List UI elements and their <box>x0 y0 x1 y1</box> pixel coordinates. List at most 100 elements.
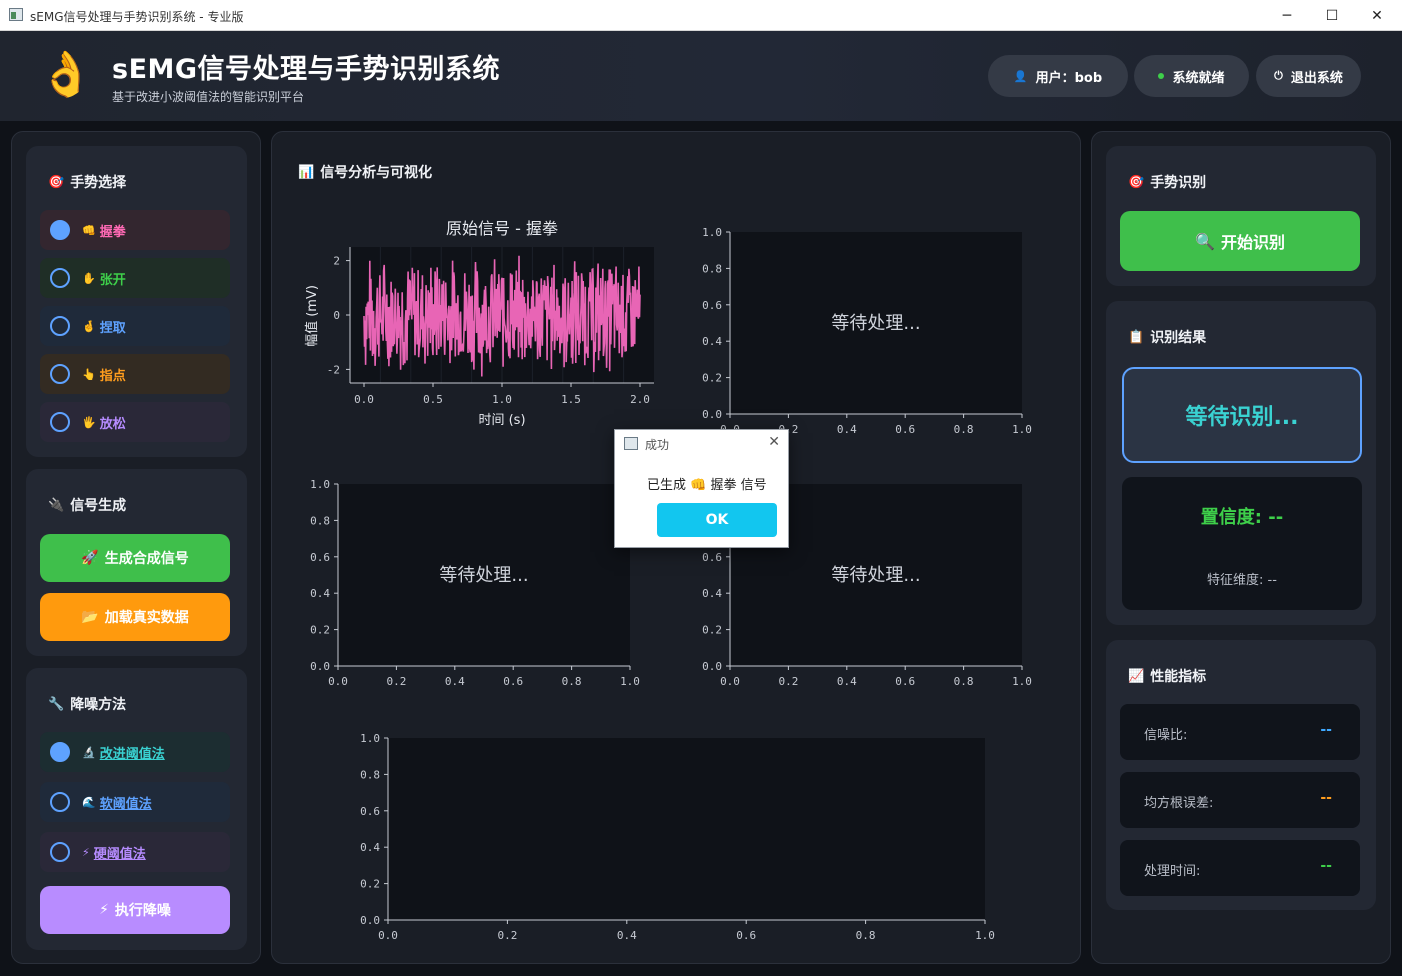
gesture-option-label: 🤞 捏取 <box>82 317 126 336</box>
radio-button[interactable] <box>50 220 70 240</box>
metric-row: 均方根误差: -- <box>1120 772 1360 828</box>
gesture-section-label: 手势选择 <box>70 175 127 191</box>
feature-dimension: 特征维度: -- <box>1207 573 1277 588</box>
x-tick-label: 1.0 <box>975 929 995 942</box>
window-titlebar: sEMG信号处理与手势识别系统 - 专业版 ─ ☐ ✕ <box>0 0 1402 31</box>
user-pill[interactable]: 👤 用户：bob <box>988 55 1128 97</box>
metric-label: 均方根误差: <box>1144 796 1214 811</box>
gesture-option[interactable]: ✋ 张开 <box>40 258 230 298</box>
method-icon: 🔬 <box>82 746 96 759</box>
gesture-option-label: 🖐 放松 <box>82 413 126 432</box>
lightning-icon: ⚡ <box>99 902 109 918</box>
y-tick-label: 0.6 <box>360 805 380 818</box>
denoise-section-label: 降噪方法 <box>70 697 127 713</box>
x-tick-label: 0.0 <box>378 929 398 942</box>
logout-button[interactable]: ⏻ 退出系统 <box>1256 55 1361 97</box>
performance-section-title: 📈 性能指标 <box>1128 666 1206 686</box>
processed-chart-2: 0.0 0.0 0.2 0.2 0.4 0.4 0.6 0.6 0.8 0.8 1.0 1.0 等待处理… <box>310 478 640 688</box>
folder-icon: 📂 <box>81 609 99 625</box>
x-tick-label: 0.8 <box>856 929 876 942</box>
y-tick-label: 0.2 <box>702 372 722 385</box>
gesture-option-label: 👆 指点 <box>82 365 126 384</box>
execute-denoise-label: 执行降噪 <box>114 903 171 919</box>
radio-button[interactable] <box>50 316 70 336</box>
gesture-label-text: 握拳 <box>99 225 126 240</box>
status-dot-icon <box>1158 73 1165 79</box>
y-tick-label: 0.0 <box>360 914 380 927</box>
radio-button[interactable] <box>50 364 70 384</box>
x-tick-label: 0.6 <box>736 929 756 942</box>
x-tick-label: 1.0 <box>620 675 640 688</box>
gesture-option-label: 👊 握拳 <box>82 221 126 240</box>
y-tick-label: 0.8 <box>360 768 380 781</box>
x-axis-label: 时间 (s) <box>478 413 525 428</box>
method-option[interactable]: 🔬 改进阈值法 <box>40 732 230 772</box>
gesture-label-text: 放松 <box>99 417 126 432</box>
y-tick-label: 0.0 <box>702 408 722 421</box>
load-data-label: 加载真实数据 <box>104 610 189 626</box>
app-title: sEMG信号处理与手势识别系统 <box>112 54 501 85</box>
y-tick-label: 0.2 <box>702 624 722 637</box>
recognition-section-label: 手势识别 <box>1150 175 1207 191</box>
start-recognition-button[interactable]: 🔍 开始识别 <box>1120 211 1360 271</box>
gesture-icon: 👆 <box>82 368 96 381</box>
app-icon <box>9 8 23 21</box>
y-tick-label: 0 <box>333 309 340 322</box>
x-tick-label: 0.5 <box>423 393 443 406</box>
method-label-text: 硬阈值法 <box>93 847 146 862</box>
gesture-section-title: 🎯 手势选择 <box>48 172 126 192</box>
load-data-button[interactable]: 📂 加载真实数据 <box>40 593 230 641</box>
gesture-option[interactable]: 🖐 放松 <box>40 402 230 442</box>
gesture-option-label: ✋ 张开 <box>82 269 126 288</box>
minimize-button[interactable]: ─ <box>1264 0 1310 31</box>
execute-denoise-button[interactable]: ⚡ 执行降噪 <box>40 886 230 934</box>
generate-signal-button[interactable]: 🚀 生成合成信号 <box>40 534 230 582</box>
signal-generation-card: 🔌 信号生成 🚀 生成合成信号 📂 加载真实数据 <box>26 469 247 656</box>
dialog-close-button[interactable]: ✕ <box>768 434 780 450</box>
gesture-option[interactable]: 👊 握拳 <box>40 210 230 250</box>
metric-row: 处理时间: -- <box>1120 840 1360 896</box>
recognition-section-title: 🎯 手势识别 <box>1128 172 1206 192</box>
metric-value: -- <box>1320 790 1332 806</box>
radio-button[interactable] <box>50 742 70 762</box>
clipboard-icon: 📋 <box>1128 329 1145 345</box>
close-button[interactable]: ✕ <box>1354 0 1400 31</box>
y-tick-label: 0.4 <box>702 587 722 600</box>
method-option[interactable]: ⚡ 硬阈值法 <box>40 832 230 872</box>
radio-button[interactable] <box>50 268 70 288</box>
method-option[interactable]: 🌊 软阈值法 <box>40 782 230 822</box>
y-tick-label: 1.0 <box>310 478 330 491</box>
dialog-title: 成功 <box>645 438 670 452</box>
radio-button[interactable] <box>50 842 70 862</box>
y-tick-label: 0.2 <box>310 624 330 637</box>
gesture-label-text: 指点 <box>99 369 126 384</box>
performance-card: 📈 性能指标 信噪比: -- 均方根误差: -- 处理时间: -- <box>1106 640 1376 910</box>
right-panel: 🎯 手势识别 🔍 开始识别 📋 识别结果 等待识别... 置信度: -- 特征维… <box>1091 131 1391 964</box>
power-icon: ⏻ <box>1274 69 1283 82</box>
x-tick-label: 1.0 <box>492 393 512 406</box>
gesture-option[interactable]: 🤞 捏取 <box>40 306 230 346</box>
app-subtitle: 基于改进小波阈值法的智能识别平台 <box>112 90 305 104</box>
user-label: 用户：bob <box>1035 70 1103 86</box>
x-tick-label: 0.6 <box>503 675 523 688</box>
y-tick-label: 0.6 <box>702 299 722 312</box>
status-pill: 系统就绪 <box>1134 55 1249 97</box>
magnifier-icon: 🔍 <box>1195 231 1215 251</box>
gesture-icon: 👊 <box>82 224 96 237</box>
metric-label: 信噪比: <box>1144 728 1188 743</box>
target-icon: 🎯 <box>1128 174 1145 190</box>
maximize-button[interactable]: ☐ <box>1309 0 1355 31</box>
plot-area <box>388 738 985 920</box>
radio-button[interactable] <box>50 412 70 432</box>
x-tick-label: 0.2 <box>778 675 798 688</box>
gesture-select-card: 🎯 手势选择 👊 握拳 ✋ 张开 🤞 捏取 👆 指点 🖐 放松 <box>26 146 247 457</box>
result-display: 等待识别... <box>1122 367 1362 463</box>
gesture-option[interactable]: 👆 指点 <box>40 354 230 394</box>
metric-value: -- <box>1320 858 1332 874</box>
x-tick-label: 0.6 <box>895 423 915 436</box>
radio-button[interactable] <box>50 792 70 812</box>
y-tick-label: 1.0 <box>360 732 380 745</box>
dialog-ok-button[interactable]: OK <box>657 503 777 537</box>
metric-row: 信噪比: -- <box>1120 704 1360 760</box>
x-tick-label: 1.0 <box>1012 675 1032 688</box>
